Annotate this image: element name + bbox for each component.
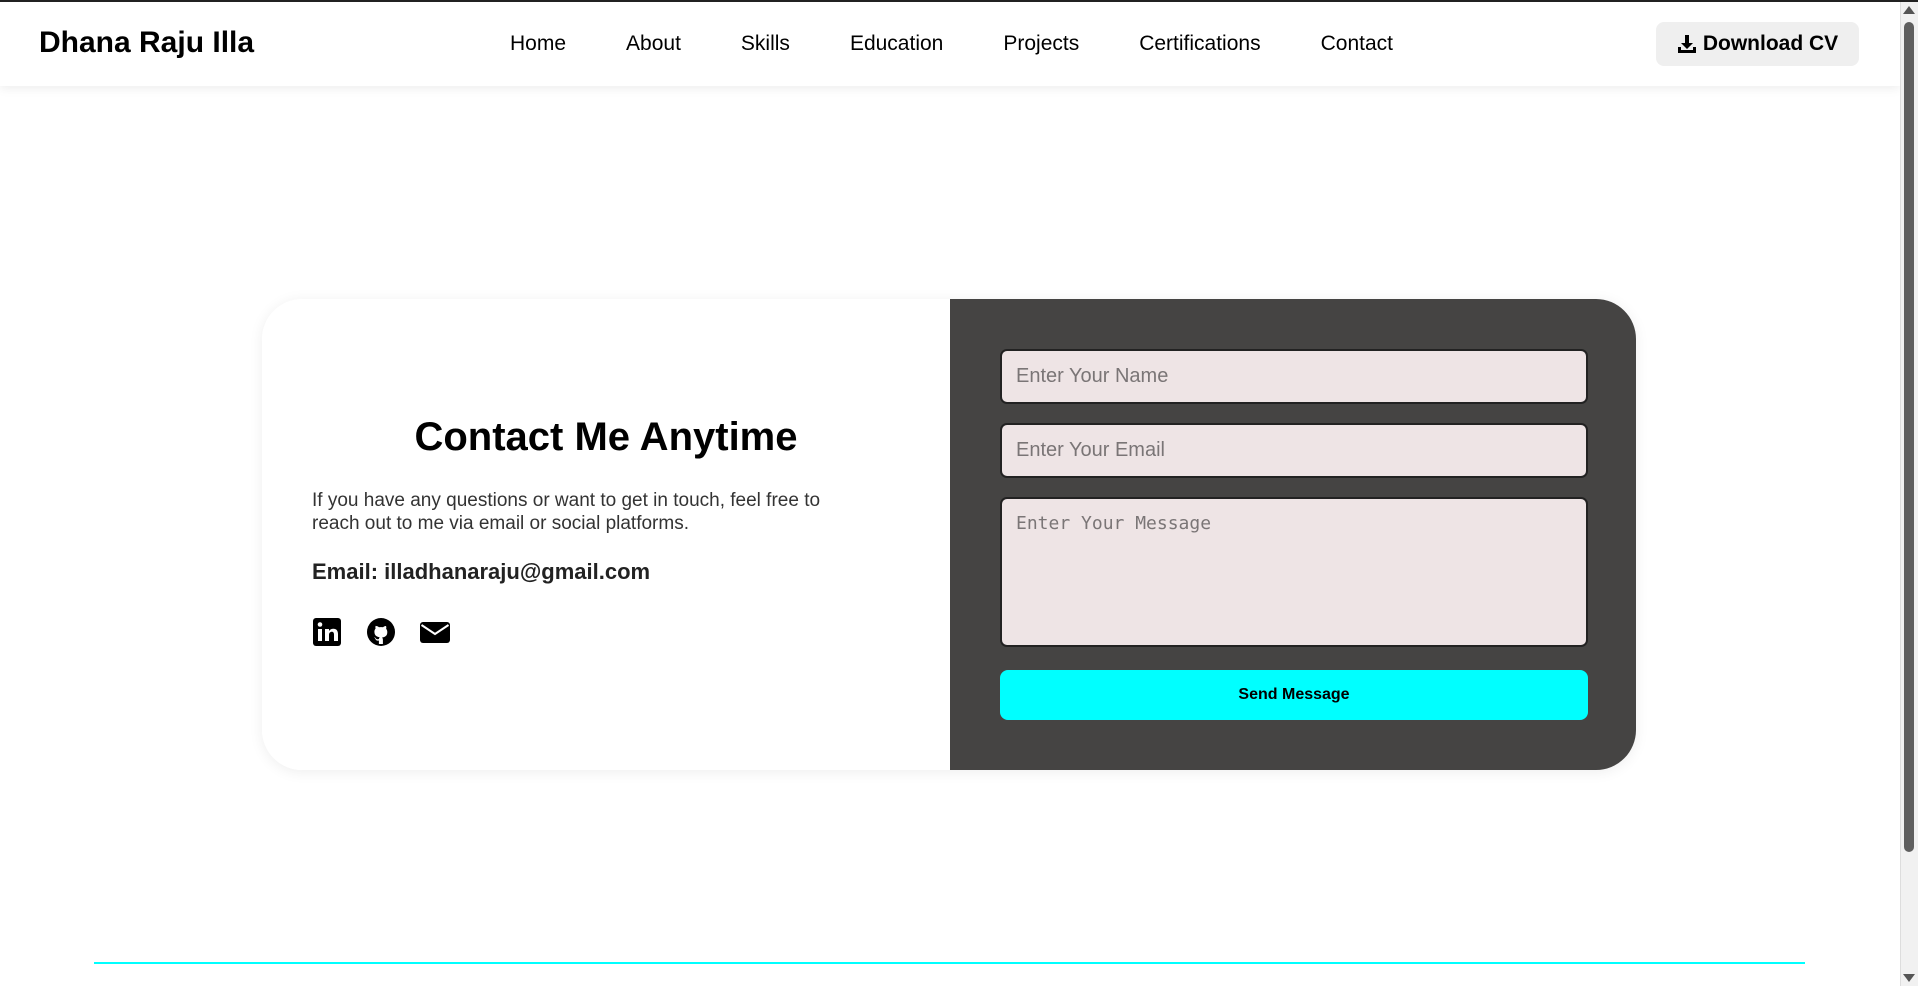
site-header: Dhana Raju Illa Home About Skills Educat… [0,2,1900,86]
send-message-button[interactable]: Send Message [1000,670,1588,720]
name-input[interactable] [1000,349,1588,404]
contact-email: Email: illadhanaraju@gmail.com [312,559,651,584]
nav-home[interactable]: Home [510,32,566,56]
nav-certifications[interactable]: Certifications [1139,32,1260,56]
linkedin-icon[interactable] [312,617,342,647]
social-links [312,617,450,647]
scrollbar-thumb[interactable] [1904,22,1914,852]
nav-education[interactable]: Education [850,32,943,56]
email-input[interactable] [1000,423,1588,478]
nav-projects[interactable]: Projects [1003,32,1079,56]
brand-name[interactable]: Dhana Raju Illa [39,26,254,60]
contact-info-panel: Contact Me Anytime If you have any quest… [262,299,950,770]
contact-title: Contact Me Anytime [414,415,798,459]
download-icon [1677,35,1696,53]
scroll-up-arrow-icon[interactable] [1903,6,1915,14]
message-input[interactable] [1000,497,1588,647]
nav-skills[interactable]: Skills [741,32,790,56]
contact-form-panel: Send Message [950,299,1636,770]
github-icon[interactable] [366,617,396,647]
download-cv-button[interactable]: Download CV [1656,22,1859,66]
nav-about[interactable]: About [626,32,681,56]
download-cv-label: Download CV [1702,32,1839,55]
envelope-icon[interactable] [420,617,450,647]
contact-description: If you have any questions or want to get… [312,490,821,534]
nav-contact[interactable]: Contact [1321,32,1393,56]
footer-divider [94,962,1805,964]
main-nav: Home About Skills Education Projects Cer… [510,32,1453,56]
scroll-down-arrow-icon[interactable] [1903,974,1915,982]
contact-card: Contact Me Anytime If you have any quest… [262,299,1636,770]
